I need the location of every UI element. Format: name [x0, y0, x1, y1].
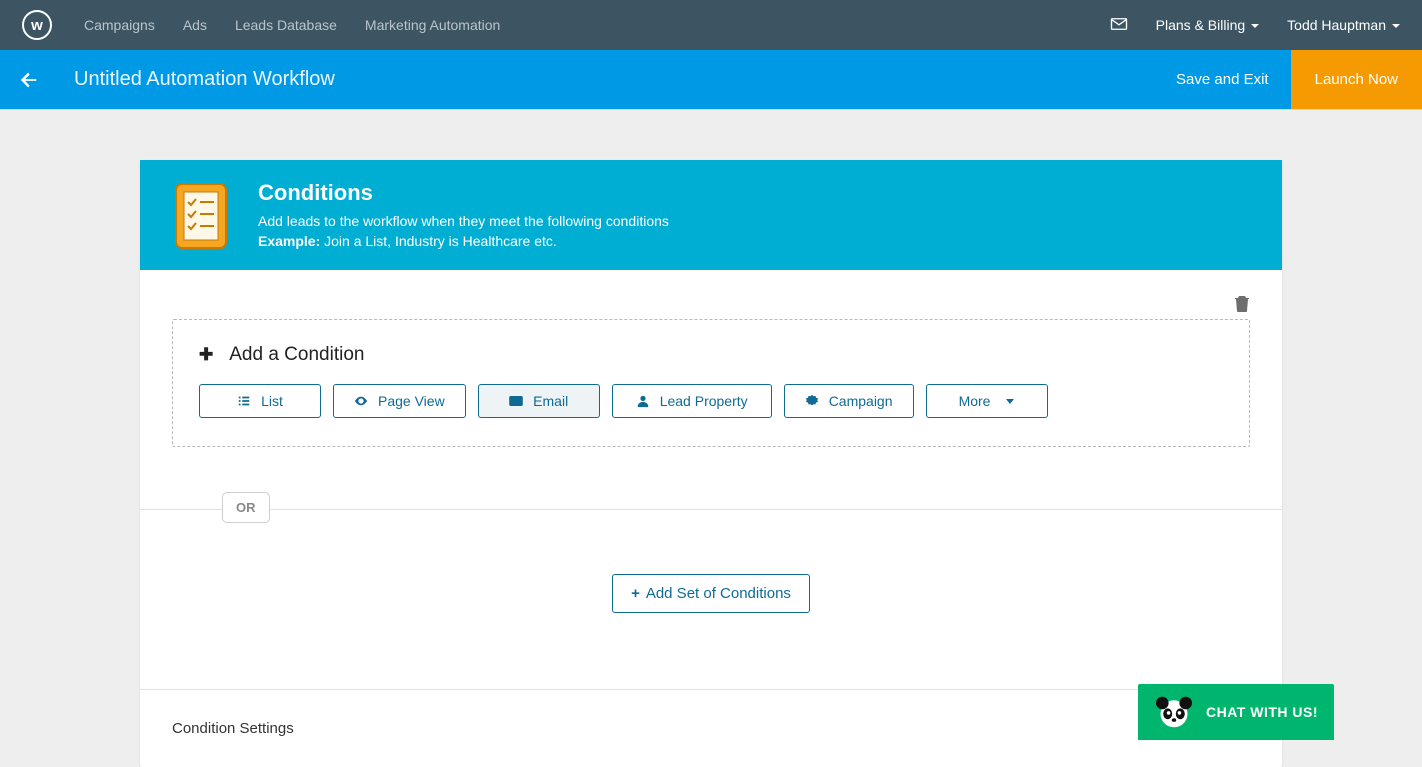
- user-name-label: Todd Hauptman: [1287, 17, 1386, 33]
- caret-down-icon: [1251, 24, 1259, 28]
- panda-icon: [1154, 694, 1194, 730]
- nav-links: Campaigns Ads Leads Database Marketing A…: [84, 17, 500, 33]
- conditions-card-body: ✚ Add a Condition List Page View Email: [140, 270, 1282, 465]
- subheader-right: Save and Exit Launch Now: [1154, 50, 1422, 109]
- launch-now-button[interactable]: Launch Now: [1291, 50, 1422, 109]
- condition-pageview-button[interactable]: Page View: [333, 384, 466, 418]
- nav-marketing-automation[interactable]: Marketing Automation: [365, 17, 500, 33]
- top-nav: w Campaigns Ads Leads Database Marketing…: [0, 0, 1422, 50]
- save-and-exit-button[interactable]: Save and Exit: [1154, 71, 1291, 88]
- or-separator: OR: [140, 509, 1282, 510]
- chat-widget[interactable]: CHAT WITH US!: [1138, 684, 1334, 740]
- condition-pill-row: List Page View Email Lead Property Campa…: [199, 384, 1223, 418]
- delete-condition-set-button[interactable]: [1234, 294, 1250, 317]
- envelope-icon: [509, 394, 523, 408]
- conditions-header-text: Conditions Add leads to the workflow whe…: [258, 180, 669, 251]
- list-icon: [237, 394, 251, 408]
- condition-set-box: ✚ Add a Condition List Page View Email: [172, 319, 1250, 447]
- condition-lead-property-button[interactable]: Lead Property: [612, 384, 772, 418]
- pill-label: Lead Property: [660, 393, 748, 409]
- or-badge: OR: [222, 492, 270, 523]
- add-set-of-conditions-button[interactable]: + Add Set of Conditions: [612, 574, 810, 613]
- trash-row: [172, 294, 1250, 317]
- pill-label: Email: [533, 393, 568, 409]
- add-set-wrap: + Add Set of Conditions: [140, 510, 1282, 689]
- condition-list-button[interactable]: List: [199, 384, 321, 418]
- logo[interactable]: w: [22, 10, 52, 40]
- add-condition-heading: ✚ Add a Condition: [199, 344, 1223, 366]
- back-arrow-icon[interactable]: [18, 69, 40, 91]
- pill-label: More: [959, 393, 991, 409]
- conditions-subtitle: Add leads to the workflow when they meet…: [258, 212, 669, 251]
- workflow-subheader: Untitled Automation Workflow Save and Ex…: [0, 50, 1422, 110]
- conditions-title: Conditions: [258, 180, 669, 206]
- nav-campaigns[interactable]: Campaigns: [84, 17, 155, 33]
- workflow-title[interactable]: Untitled Automation Workflow: [74, 68, 335, 91]
- envelope-icon[interactable]: [1110, 15, 1128, 36]
- nav-leads-database[interactable]: Leads Database: [235, 17, 337, 33]
- checklist-scroll-icon: [172, 180, 230, 252]
- pill-label: Page View: [378, 393, 445, 409]
- nav-right: Plans & Billing Todd Hauptman: [1110, 15, 1400, 36]
- condition-email-button[interactable]: Email: [478, 384, 600, 418]
- caret-down-icon: [1006, 399, 1014, 404]
- example-label: Example:: [258, 233, 320, 249]
- condition-more-button[interactable]: More: [926, 384, 1048, 418]
- nav-ads[interactable]: Ads: [183, 17, 207, 33]
- add-set-label: Add Set of Conditions: [646, 585, 791, 602]
- condition-campaign-button[interactable]: Campaign: [784, 384, 914, 418]
- user-icon: [636, 394, 650, 408]
- plus-icon: ✚: [199, 345, 213, 365]
- user-menu[interactable]: Todd Hauptman: [1287, 17, 1400, 33]
- conditions-subtitle-text: Add leads to the workflow when they meet…: [258, 213, 669, 229]
- trash-icon: [1234, 294, 1250, 312]
- badge-icon: [805, 394, 819, 408]
- condition-settings-section: Condition Settings: [140, 689, 1282, 767]
- conditions-card: Conditions Add leads to the workflow whe…: [140, 160, 1282, 767]
- plans-billing-menu[interactable]: Plans & Billing: [1156, 17, 1260, 33]
- plans-billing-label: Plans & Billing: [1156, 17, 1246, 33]
- caret-down-icon: [1392, 24, 1400, 28]
- condition-settings-label: Condition Settings: [172, 720, 1250, 737]
- conditions-card-header: Conditions Add leads to the workflow whe…: [140, 160, 1282, 270]
- chat-label: CHAT WITH US!: [1206, 704, 1318, 720]
- example-text: Join a List, Industry is Healthcare etc.: [320, 233, 557, 249]
- plus-icon: +: [631, 585, 640, 602]
- add-condition-label: Add a Condition: [229, 344, 364, 366]
- pill-label: List: [261, 393, 283, 409]
- pill-label: Campaign: [829, 393, 893, 409]
- eye-icon: [354, 394, 368, 408]
